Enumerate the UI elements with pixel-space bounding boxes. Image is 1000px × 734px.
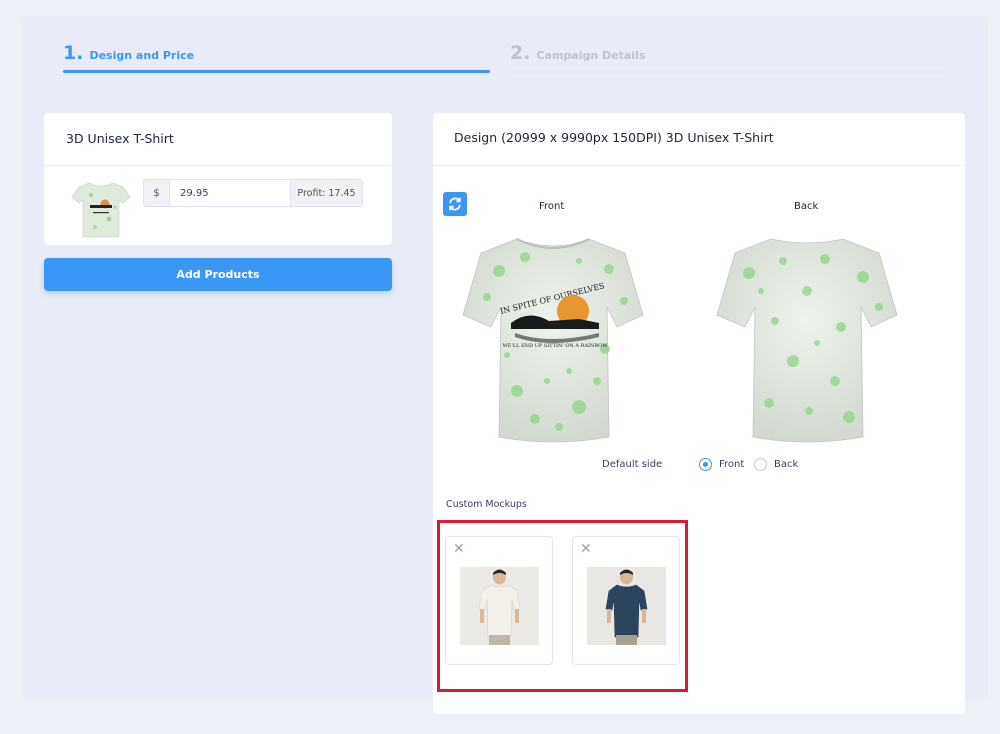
custom-mockup-card[interactable]: ✕	[572, 536, 680, 665]
close-icon[interactable]: ✕	[580, 542, 592, 556]
price-input-group: $ Profit: 17.45	[143, 179, 363, 207]
price-input[interactable]	[170, 180, 290, 206]
back-shirt-preview	[716, 238, 898, 443]
front-label: Front	[539, 201, 565, 212]
step2-bar	[510, 71, 944, 73]
refresh-icon	[449, 197, 461, 211]
product-title: 3D Unisex T-Shirt	[66, 131, 174, 146]
shirt-print-bottom-text: WE'LL END UP SITTIN' ON A RAINBOW	[503, 343, 609, 349]
product-card: 3D Unisex T-Shirt $ Profit: 17.45	[44, 113, 392, 245]
step-design-and-price[interactable]: 1. Design and Price	[63, 42, 194, 64]
mockup-image-white-shirt	[460, 567, 539, 645]
design-title: Design (20999 x 9990px 150DPI) 3D Unisex…	[454, 130, 774, 145]
default-side-label: Default side	[602, 459, 663, 470]
refresh-button[interactable]	[443, 192, 467, 216]
design-panel: Design (20999 x 9990px 150DPI) 3D Unisex…	[433, 113, 965, 714]
custom-mockup-card[interactable]: ✕	[445, 536, 553, 665]
currency-addon: $	[144, 180, 170, 206]
step-campaign-details[interactable]: 2. Campaign Details	[510, 42, 645, 64]
step-label: Campaign Details	[536, 49, 646, 62]
default-side-back-radio[interactable]	[754, 458, 767, 471]
add-products-button[interactable]: Add Products	[44, 258, 392, 291]
mockup-image-navy-shirt	[587, 567, 666, 645]
close-icon[interactable]: ✕	[453, 542, 465, 556]
divider	[433, 165, 965, 166]
front-shirt-preview: IN SPITE OF OURSELVES WE'LL END UP SITTI…	[462, 238, 644, 443]
profit-addon: Profit: 17.45	[290, 180, 362, 206]
step1-active-bar	[63, 70, 490, 73]
custom-mockups-label: Custom Mockups	[446, 499, 527, 510]
step-number: 1.	[63, 42, 84, 64]
step-label: Design and Price	[89, 49, 195, 62]
step-number: 2.	[510, 42, 531, 64]
back-label: Back	[794, 201, 819, 212]
default-side-front-radio[interactable]	[699, 458, 712, 471]
divider	[44, 165, 392, 166]
default-side-front-label[interactable]: Front	[719, 459, 744, 470]
product-thumbnail	[71, 182, 131, 238]
default-side-back-label[interactable]: Back	[774, 459, 798, 470]
